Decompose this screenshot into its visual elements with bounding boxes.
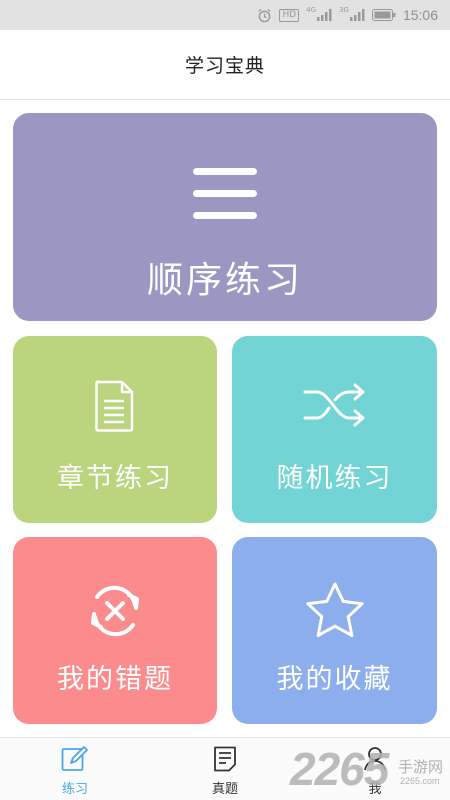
nav-label-exam-questions: 真题 bbox=[211, 782, 238, 797]
wrong-answers-card[interactable]: 我的错题 bbox=[13, 537, 217, 724]
random-practice-card[interactable]: 随机练习 bbox=[232, 336, 437, 523]
status-bar: HD 4G 3G 15:06 bbox=[0, 0, 450, 30]
signal-label: 4G bbox=[306, 6, 317, 14]
bottom-nav: 练习 真题 我 bbox=[0, 737, 450, 800]
status-time: 15:06 bbox=[402, 7, 438, 23]
chapter-practice-card[interactable]: 章节练习 bbox=[13, 336, 217, 523]
refresh-x-icon bbox=[13, 581, 217, 641]
shuffle-icon bbox=[232, 380, 437, 430]
sequential-practice-card[interactable]: 顺序练习 bbox=[13, 113, 437, 321]
hd-badge: HD bbox=[279, 8, 300, 22]
pencil-icon bbox=[61, 746, 89, 776]
battery-icon bbox=[371, 9, 396, 21]
wrong-answers-label: 我的错题 bbox=[57, 664, 173, 695]
user-icon bbox=[363, 746, 387, 776]
alarm-icon bbox=[257, 8, 272, 23]
app-header: 学习宝典 bbox=[0, 30, 450, 100]
random-practice-label: 随机练习 bbox=[276, 463, 393, 494]
menu-icon bbox=[193, 168, 257, 224]
nav-item-exam-questions[interactable]: 真题 bbox=[150, 738, 300, 800]
favorites-label: 我的收藏 bbox=[276, 664, 393, 695]
document-icon bbox=[13, 380, 217, 432]
favorites-card[interactable]: 我的收藏 bbox=[232, 537, 437, 724]
nav-label-me: 我 bbox=[368, 782, 382, 797]
page-title: 学习宝典 bbox=[184, 55, 265, 77]
nav-item-me[interactable]: 我 bbox=[300, 738, 450, 800]
signal-icon-2: 3G bbox=[339, 6, 365, 21]
star-icon bbox=[232, 581, 437, 639]
sequential-practice-label: 顺序练习 bbox=[146, 260, 303, 301]
chapter-practice-label: 章节练习 bbox=[57, 463, 173, 494]
notes-icon bbox=[213, 746, 237, 776]
nav-label-practice: 练习 bbox=[61, 782, 88, 797]
signal-icon: 4G bbox=[306, 6, 332, 21]
signal-label-2: 3G bbox=[339, 6, 349, 14]
nav-item-practice[interactable]: 练习 bbox=[0, 738, 150, 800]
